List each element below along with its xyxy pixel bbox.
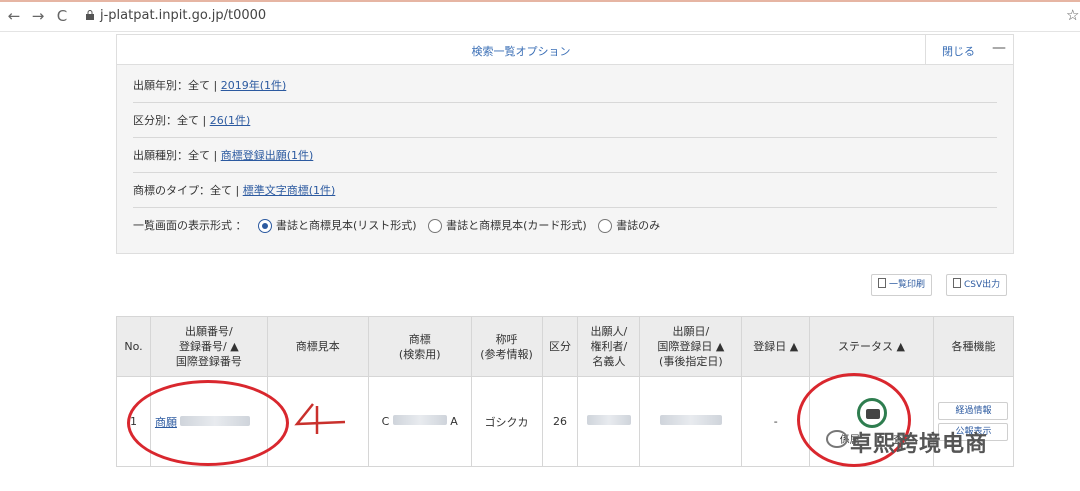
header-text: (参考情報) [480, 347, 533, 361]
filter-link[interactable]: 標準文字商標(1件) [243, 184, 336, 197]
print-label[interactable]: 一覧印刷 [889, 280, 925, 290]
highlight-circle [127, 380, 289, 466]
radio-biblio-only[interactable] [598, 219, 613, 233]
col-sample: 商標見本 [266, 316, 369, 377]
close-options-button[interactable]: 閉じる — [925, 35, 1013, 65]
sort-icon[interactable]: ▲ [897, 340, 905, 353]
mark-text-start: C [381, 415, 390, 428]
redacted-mark [392, 415, 447, 425]
wechat-icon [826, 430, 848, 448]
filter-link[interactable]: 2019年(1件) [221, 79, 287, 92]
document-icon [878, 278, 886, 288]
cell-call: ゴシクカ [470, 376, 543, 467]
filter-link[interactable]: 商標登録出願(1件) [221, 149, 314, 162]
header-text: (検索用) [398, 347, 441, 361]
trademark-sample-image [283, 400, 353, 440]
browser-toolbar: ← → C j-platpat.inpit.go.jp/t0000 ☆ [0, 0, 1080, 32]
header-text: 名義人 [592, 355, 626, 368]
header-text: 商標 [408, 332, 431, 346]
sort-icon[interactable]: ▲ [230, 340, 238, 353]
header-text: 国際登録番号 [175, 355, 242, 368]
col-no: No. [116, 316, 151, 377]
forward-arrow-icon[interactable]: → [28, 6, 48, 26]
col-status[interactable]: ステータス ▲ [809, 316, 934, 377]
print-list-button[interactable]: 一覧印刷 [871, 274, 933, 296]
filter-row-class: 区分別：全て | 26(1件) [133, 104, 997, 138]
filter-label: 区分別：全て | [133, 114, 207, 127]
header-text: 登録日 [753, 340, 787, 353]
sort-icon[interactable]: ▲ [790, 340, 798, 353]
display-format-row: 一覧画面の表示形式 ： 書誌と商標見本(リスト形式) 書誌と商標見本(カード形式… [133, 209, 997, 243]
col-class: 区分 [541, 316, 579, 377]
header-text: 国際登録日 [657, 340, 713, 353]
options-header: 検索一覧オプション 閉じる — [117, 35, 1013, 65]
close-label[interactable]: 閉じる [942, 43, 975, 59]
header-text: 出願番号/ [185, 325, 233, 338]
radio-label[interactable]: 書誌と商標見本(カード形式) [446, 219, 587, 232]
cell-mark: C A [367, 376, 472, 467]
radio-label[interactable]: 書誌と商標見本(リスト形式) [276, 219, 417, 232]
header-text: 権利者/ [590, 340, 628, 353]
cell-filing-date [639, 376, 743, 467]
table-header-row: No. 出願番号/ 登録番号/ ▲ 国際登録番号 商標見本 商標 (検索用) 称… [116, 316, 1015, 377]
mark-text-end: A [450, 415, 458, 428]
csv-export-button[interactable]: CSV出力 [946, 274, 1008, 296]
filter-row-app-type: 出願種別：全て | 商標登録出願(1件) [133, 139, 997, 173]
collapse-icon[interactable]: — [992, 40, 1006, 56]
filter-label: 出願種別：全て | [133, 149, 218, 162]
header-text: 登録番号/ [179, 340, 227, 353]
search-list-options-panel: 検索一覧オプション 閉じる — 出願年別：全て | 2019年(1件) 区分別：… [116, 34, 1014, 254]
watermark-text: 卓熙跨境电商 [850, 432, 989, 457]
col-call: 称呼 (参考情報) [470, 316, 543, 377]
cell-applicant [577, 376, 641, 467]
redacted-applicant [586, 415, 631, 425]
filter-row-mark-type: 商標のタイプ：全て | 標準文字商標(1件) [133, 174, 997, 208]
lock-icon [86, 10, 94, 20]
filter-link[interactable]: 26(1件) [210, 114, 251, 127]
radio-card-format[interactable] [428, 219, 443, 233]
filter-row-year: 出願年別：全て | 2019年(1件) [133, 69, 997, 103]
header-text: (事後指定日) [659, 355, 723, 368]
options-title: 検索一覧オプション [471, 45, 571, 58]
radio-list-format[interactable] [258, 219, 272, 233]
header-text: 出願人/ [590, 325, 628, 338]
col-mark: 商標 (検索用) [367, 316, 472, 377]
col-functions: 各種機能 [932, 316, 1015, 377]
sort-icon[interactable]: ▲ [716, 340, 724, 353]
reload-icon[interactable]: C [52, 6, 72, 26]
col-reg-date[interactable]: 登録日 ▲ [741, 316, 811, 377]
csv-label[interactable]: CSV出力 [964, 280, 1000, 290]
filter-label: 出願年別：全て | [133, 79, 218, 92]
col-app-number[interactable]: 出願番号/ 登録番号/ ▲ 国際登録番号 [149, 316, 268, 377]
display-format-label: 一覧画面の表示形式 ： [133, 219, 247, 232]
col-applicant: 出願人/ 権利者/ 名義人 [577, 316, 641, 377]
tab-accent-strip [0, 0, 1080, 2]
back-arrow-icon[interactable]: ← [4, 6, 24, 26]
radio-label[interactable]: 書誌のみ [616, 219, 660, 232]
filter-label: 商標のタイプ：全て | [133, 184, 240, 197]
progress-info-button[interactable]: 経過情報 [938, 402, 1009, 420]
header-text: 称呼 [495, 332, 518, 346]
bookmark-star-icon[interactable]: ☆ [1066, 6, 1079, 24]
redacted-date [659, 415, 722, 425]
col-filing-date[interactable]: 出願日/ 国際登録日 ▲ (事後指定日) [639, 316, 743, 377]
header-text: ステータス [838, 340, 894, 353]
address-bar[interactable]: j-platpat.inpit.go.jp/t0000 [100, 8, 266, 23]
cell-class: 26 [541, 376, 579, 467]
header-text: 出願日/ [672, 325, 710, 338]
export-icon [953, 278, 961, 288]
